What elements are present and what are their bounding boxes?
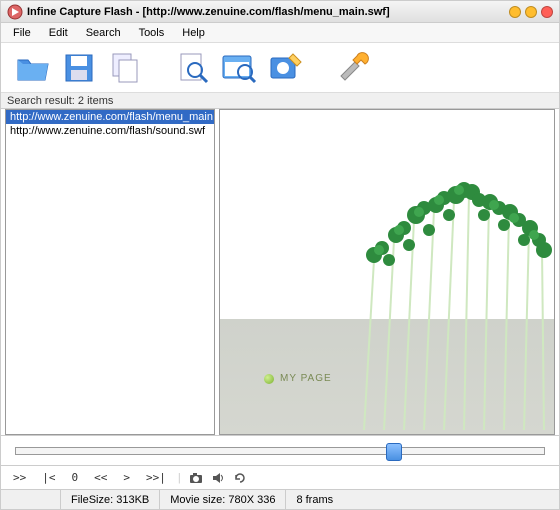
menubar: File Edit Search Tools Help — [1, 23, 559, 43]
menu-search[interactable]: Search — [78, 25, 129, 41]
camera-icon[interactable] — [189, 471, 203, 485]
content-area: http://www.zenuine.com/flash/menu_main.s… — [1, 109, 559, 435]
window-controls — [509, 6, 553, 18]
open-folder-icon[interactable] — [15, 50, 51, 86]
status-moviesize: Movie size: 780X 336 — [160, 490, 286, 509]
status-spacer — [1, 490, 61, 509]
copy-icon[interactable] — [107, 50, 143, 86]
menu-edit[interactable]: Edit — [41, 25, 76, 41]
mypage-dot-icon — [264, 374, 274, 384]
minimize-button[interactable] — [509, 6, 521, 18]
save-icon[interactable] — [61, 50, 97, 86]
first-button[interactable]: >> — [9, 471, 30, 484]
seek-thumb[interactable] — [386, 443, 402, 461]
repeat-icon[interactable] — [233, 471, 247, 485]
status-filesize: FileSize: 313KB — [61, 490, 160, 509]
list-item[interactable]: http://www.zenuine.com/flash/menu_main.s… — [6, 110, 214, 124]
mypage-text: MY PAGE — [280, 373, 332, 384]
result-list[interactable]: http://www.zenuine.com/flash/menu_main.s… — [5, 109, 215, 435]
capture-icon[interactable] — [267, 50, 303, 86]
close-button[interactable] — [541, 6, 553, 18]
plant-image — [304, 160, 554, 430]
step-back-button[interactable]: << — [90, 471, 111, 484]
play-button[interactable]: > — [119, 471, 134, 484]
search-browser-icon[interactable] — [221, 50, 257, 86]
statusbar: FileSize: 313KB Movie size: 780X 336 8 f… — [1, 489, 559, 509]
app-window: Infine Capture Flash - [http://www.zenui… — [0, 0, 560, 510]
search-result-label: Search result: 2 items — [1, 93, 559, 109]
playbar: >> |< 0 << > >>| | — [1, 465, 559, 489]
titlebar: Infine Capture Flash - [http://www.zenui… — [1, 1, 559, 23]
prev-button[interactable]: |< — [38, 471, 59, 484]
stop-button[interactable]: 0 — [68, 471, 83, 484]
preview-panel: MY PAGE — [219, 109, 555, 435]
menu-file[interactable]: File — [5, 25, 39, 41]
menu-tools[interactable]: Tools — [131, 25, 173, 41]
app-icon — [7, 4, 23, 20]
seek-row — [1, 435, 559, 465]
search-page-icon[interactable] — [175, 50, 211, 86]
window-title: Infine Capture Flash - [http://www.zenui… — [27, 6, 509, 18]
seek-slider[interactable] — [15, 447, 545, 455]
status-frames: 8 frams — [286, 490, 343, 509]
mypage-label-group: MY PAGE — [264, 373, 332, 384]
toolbar — [1, 43, 559, 93]
settings-icon[interactable] — [335, 50, 371, 86]
menu-help[interactable]: Help — [174, 25, 213, 41]
list-item[interactable]: http://www.zenuine.com/flash/sound.swf — [6, 124, 214, 138]
volume-icon[interactable] — [211, 471, 225, 485]
maximize-button[interactable] — [525, 6, 537, 18]
flash-preview: MY PAGE — [220, 160, 554, 434]
step-fwd-button[interactable]: >>| — [142, 471, 170, 484]
playbar-separator: | — [178, 472, 181, 484]
